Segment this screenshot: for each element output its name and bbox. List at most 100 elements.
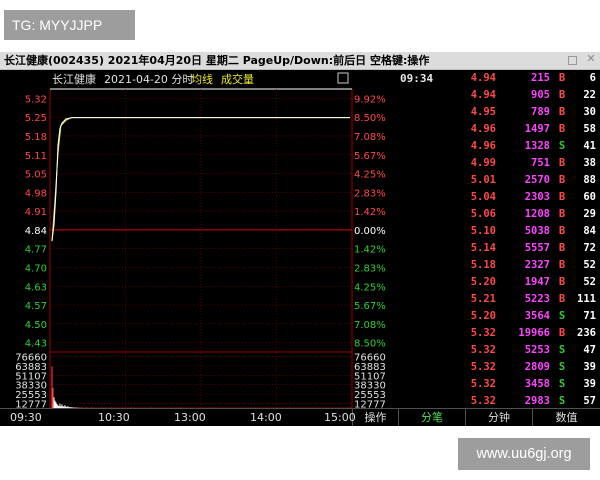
tick-volume: 5253 — [524, 344, 550, 356]
restore-icon[interactable] — [568, 56, 577, 65]
tick-direction: B — [558, 106, 566, 118]
tick-volume: 5223 — [524, 293, 550, 305]
tick-count: 88 — [583, 174, 596, 186]
chart-date-label: 2021-04-20 分时 — [104, 73, 193, 86]
tick-row: 5.20 3564 S 71 — [398, 310, 600, 327]
tick-volume: 2303 — [524, 191, 550, 203]
tick-volume: 3564 — [524, 310, 550, 322]
tick-direction: B — [558, 174, 566, 186]
time-tick-label: 10:30 — [98, 411, 130, 424]
tick-volume: 5038 — [524, 225, 550, 237]
tab-shuzhi[interactable]: 数值 — [532, 409, 600, 426]
tick-count: 52 — [583, 259, 596, 271]
tick-count: 6 — [589, 72, 596, 84]
tick-direction: S — [558, 361, 566, 373]
price-tick-label: 4.91 — [25, 207, 47, 218]
close-icon[interactable]: ✕ — [586, 53, 596, 64]
pct-tick-label: 0.00% — [354, 226, 386, 237]
tick-volume: 215 — [531, 72, 550, 84]
pct-tick-label: 8.50% — [354, 113, 386, 124]
price-tick-label: 4.77 — [25, 245, 47, 256]
pct-tick-label: 1.42% — [354, 245, 386, 256]
tick-price: 4.96 — [470, 140, 496, 152]
tick-direction: B — [558, 191, 566, 203]
watermark-bottom-text: www.uu6gj.org — [476, 446, 572, 462]
tick-price: 4.96 — [470, 123, 496, 135]
tick-direction: B — [558, 276, 566, 288]
tick-row: 5.18 2327 B 52 — [398, 259, 600, 276]
tick-price: 5.18 — [470, 259, 496, 271]
tick-volume: 19966 — [518, 327, 550, 339]
tick-direction: B — [558, 208, 566, 220]
watermark-top-text: TG: MYYJJPP — [12, 17, 103, 33]
tick-direction: B — [558, 123, 566, 135]
chart-grid — [49, 88, 353, 408]
tick-count: 236 — [577, 327, 596, 339]
tick-count: 52 — [583, 276, 596, 288]
volume-tick-label: 12777 — [15, 399, 47, 408]
tick-count: 41 — [583, 140, 596, 152]
pct-tick-label: 9.92% — [354, 94, 386, 105]
tick-row: 5.20 1947 B 52 — [398, 276, 600, 293]
tick-count: 29 — [583, 208, 596, 220]
tick-direction: B — [558, 157, 566, 169]
tick-price: 5.32 — [470, 395, 496, 407]
tick-direction: B — [558, 72, 566, 84]
tab-operate[interactable]: 操作 — [352, 409, 398, 426]
price-tick-label: 5.32 — [25, 94, 47, 105]
pct-tick-label: 8.50% — [354, 339, 386, 350]
tick-direction: S — [558, 310, 566, 322]
tick-price: 5.14 — [470, 242, 496, 254]
price-tick-label: 4.50 — [25, 320, 47, 331]
tick-price: 4.94 — [470, 72, 496, 84]
tab-fenbi[interactable]: 分笔 — [398, 409, 465, 426]
time-tick-label: 14:00 — [250, 411, 282, 424]
price-tick-label: 4.63 — [25, 282, 47, 293]
tick-price: 5.10 — [470, 225, 496, 237]
tick-count: 58 — [583, 123, 596, 135]
tick-row: 5.32 5253 S 47 — [398, 344, 600, 361]
tick-row: 5.14 5557 B 72 — [398, 242, 600, 259]
tick-volume: 2983 — [524, 395, 550, 407]
tick-count: 111 — [577, 293, 596, 305]
pct-tick-label: 4.25% — [354, 170, 386, 181]
window-title: 长江健康(002435) 2021年04月20日 星期二 PageUp/Down… — [4, 54, 430, 67]
pct-tick-label: 5.67% — [354, 301, 386, 312]
tick-count: 72 — [583, 242, 596, 254]
tick-row: 5.01 2570 B 88 — [398, 174, 600, 191]
tick-price: 5.20 — [470, 276, 496, 288]
title-bar: 长江健康(002435) 2021年04月20日 星期二 PageUp/Down… — [0, 52, 600, 70]
tick-row: 5.32 19966 B 236 — [398, 327, 600, 344]
tick-volume: 1497 — [524, 123, 550, 135]
time-tick-label: 13:00 — [174, 411, 206, 424]
tick-direction: S — [558, 378, 566, 390]
tick-price: 5.01 — [470, 174, 496, 186]
tick-row: 4.96 1328 S 41 — [398, 140, 600, 157]
chart-box-icon[interactable] — [337, 72, 349, 84]
tick-list[interactable]: 09:34 4.94 215 B 6 4.94 905 B 22 4.95 789 B 30 4.96 1… — [398, 70, 600, 408]
tick-row: 4.96 1497 B 58 — [398, 123, 600, 140]
chart-axes: 5.32 9.92% 5.25 8.50% 5.18 7.08% 5.11 5.67% 5.05… — [15, 94, 386, 408]
price-tick-label: 5.25 — [25, 113, 47, 124]
tick-price: 5.04 — [470, 191, 496, 203]
price-tick-label: 4.43 — [25, 339, 47, 350]
price-tick-label: 5.11 — [25, 151, 47, 162]
volume-bars — [51, 366, 290, 408]
price-tick-label: 4.84 — [25, 226, 47, 237]
tick-price: 4.99 — [470, 157, 496, 169]
tick-price: 5.32 — [470, 344, 496, 356]
tick-direction: S — [558, 140, 566, 152]
pct-tick-label: 1.42% — [354, 207, 386, 218]
tick-row: 5.10 5038 B 84 — [398, 225, 600, 242]
tick-volume: 2327 — [524, 259, 550, 271]
tick-volume: 1947 — [524, 276, 550, 288]
time-tick-label: 09:30 — [10, 411, 42, 424]
tick-direction: S — [558, 344, 566, 356]
tick-row: 5.06 1208 B 29 — [398, 208, 600, 225]
price-tick-label: 4.57 — [25, 301, 47, 312]
tick-row: 5.04 2303 B 60 — [398, 191, 600, 208]
intraday-chart[interactable]: 5.32 9.92% 5.25 8.50% 5.18 7.08% 5.11 5.67% 5.05… — [0, 70, 398, 408]
tick-volume: 2809 — [524, 361, 550, 373]
tab-fenzhong[interactable]: 分钟 — [465, 409, 532, 426]
tick-direction: B — [558, 242, 566, 254]
